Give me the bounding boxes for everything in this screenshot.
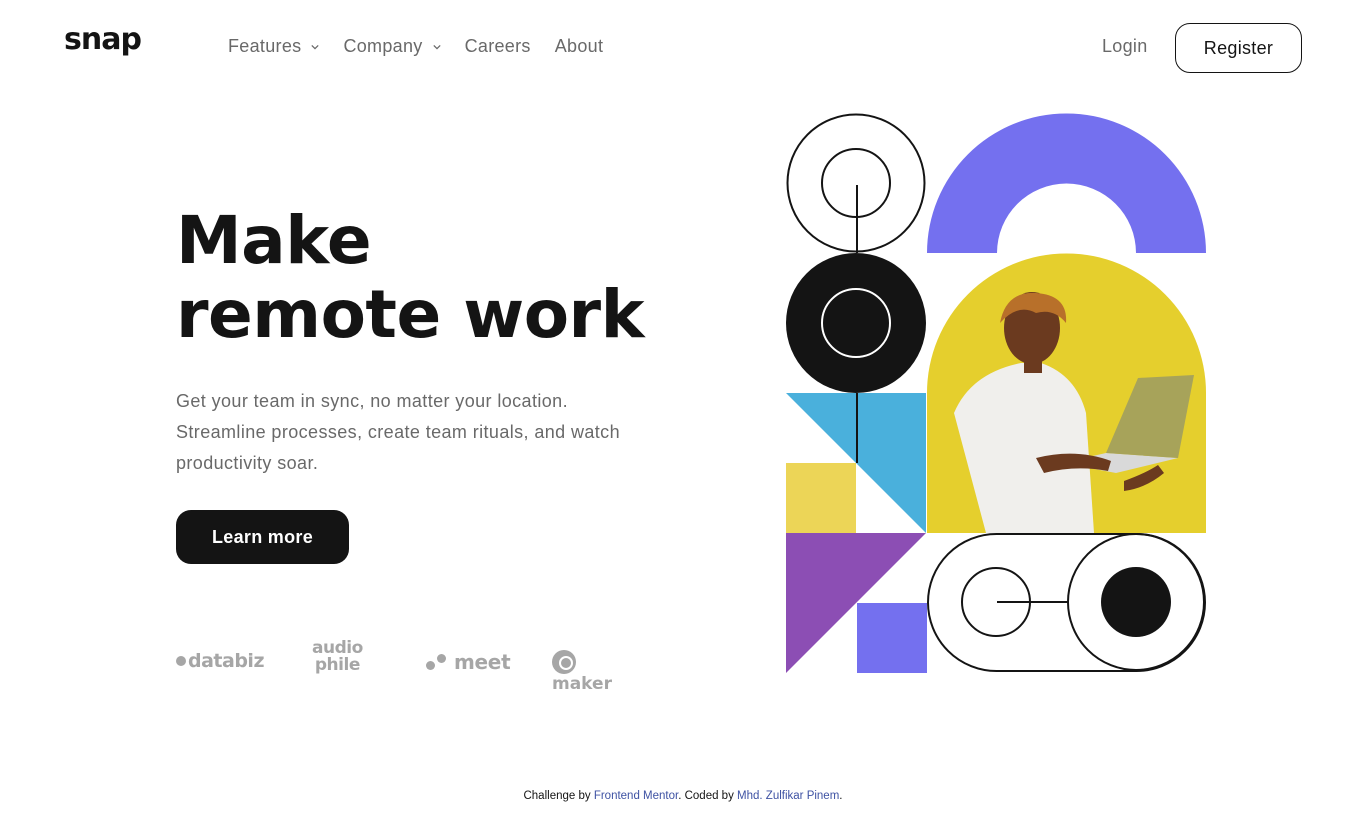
meet-text: meet [454, 650, 511, 674]
snap-logo[interactable]: snap [64, 22, 142, 57]
maker-circle-icon [552, 650, 576, 674]
outline-circle-top [786, 113, 926, 253]
meet-logo: meet [426, 650, 511, 674]
meet-dots-icon [426, 653, 448, 671]
purple-square [857, 603, 927, 673]
hero-title: Make remote work [176, 204, 644, 352]
footer-prefix: Challenge by [523, 790, 594, 802]
footer-middle: . Coded by [678, 790, 738, 802]
nav-about[interactable]: About [555, 36, 604, 57]
client-logos: databiz audio phile meet maker [176, 640, 636, 694]
chevron-down-icon [311, 44, 320, 49]
nav-about-label: About [554, 36, 604, 56]
login-link[interactable]: Login [1102, 36, 1148, 57]
maker-logo: maker [552, 650, 636, 694]
register-button[interactable]: Register [1175, 23, 1302, 73]
main-nav: Features Company Careers About [228, 36, 627, 57]
purple-arch [927, 113, 1206, 254]
nav-features-label: Features [228, 36, 302, 56]
yellow-square [786, 463, 856, 533]
footer-suffix: . [839, 790, 843, 802]
databiz-dot-icon [176, 656, 186, 666]
databiz-logo: databiz [176, 650, 265, 672]
nav-careers-label: Careers [464, 36, 531, 56]
nav-company[interactable]: Company [343, 36, 441, 57]
attribution-footer: Challenge by Frontend Mentor. Coded by M… [0, 790, 1366, 802]
hero-title-line1: Make [176, 202, 372, 279]
nav-company-label: Company [343, 36, 423, 56]
site-header: snap Features Company Careers About Logi… [0, 0, 1366, 96]
chevron-down-icon [432, 44, 441, 49]
nav-careers[interactable]: Careers [465, 36, 531, 57]
frontend-mentor-link[interactable]: Frontend Mentor [594, 790, 678, 802]
databiz-text: databiz [188, 650, 265, 672]
black-circle [786, 253, 926, 393]
learn-more-button[interactable]: Learn more [176, 510, 349, 564]
audiophile-text-bottom: phile [314, 655, 360, 675]
author-link[interactable]: Mhd. Zulfikar Pinem [737, 790, 839, 802]
hero-description: Get your team in sync, no matter your lo… [176, 391, 620, 473]
hero-title-line2: remote work [176, 276, 644, 353]
photo-panel [927, 253, 1206, 534]
outline-pill-bottom [927, 533, 1206, 672]
hero-illustration [786, 113, 1206, 673]
audiophile-logo: audio phile [312, 640, 363, 674]
nav-features[interactable]: Features [228, 36, 320, 57]
maker-text: maker [552, 674, 612, 694]
